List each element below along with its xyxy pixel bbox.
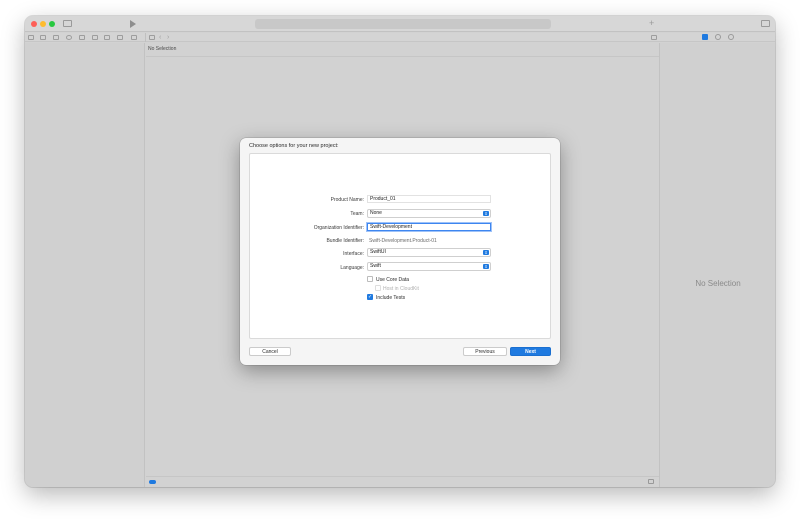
- jump-bar-label: No Selection: [148, 46, 177, 52]
- find-navigator-icon[interactable]: [66, 35, 72, 40]
- related-items-icon[interactable]: [149, 35, 155, 40]
- organization-identifier-label: Organization Identifier:: [313, 225, 364, 231]
- interface-popup[interactable]: SwiftUI ⇕: [367, 248, 491, 257]
- use-core-data-checkbox[interactable]: [367, 276, 373, 282]
- bundle-identifier-value: Swift-Development.Product-01: [369, 238, 437, 244]
- inspector-pane: No Selection: [659, 43, 775, 487]
- cancel-button[interactable]: Cancel: [249, 347, 291, 356]
- navigator-bar: ‹ ›: [25, 33, 775, 42]
- popup-arrows-icon: ⇕: [483, 264, 489, 269]
- host-in-cloudkit-label: Host in CloudKit: [383, 286, 419, 292]
- team-value: None: [370, 210, 382, 216]
- quick-help-icon[interactable]: [728, 34, 734, 40]
- breakpoint-navigator-icon[interactable]: [117, 35, 123, 40]
- symbol-navigator-icon[interactable]: [53, 35, 59, 40]
- interface-label: Interface:: [343, 251, 364, 257]
- language-label: Language:: [340, 265, 364, 271]
- back-chevron-icon[interactable]: ‹: [159, 33, 161, 42]
- organization-identifier-field[interactable]: Swift-Development: [367, 223, 491, 231]
- interface-value: SwiftUI: [370, 249, 386, 255]
- activity-view: [255, 19, 551, 29]
- use-core-data-label: Use Core Data: [376, 277, 410, 283]
- team-label: Team:: [350, 211, 364, 217]
- divider: [145, 33, 146, 42]
- language-popup[interactable]: Swift ⇕: [367, 262, 491, 271]
- console-toggle-icon[interactable]: [648, 479, 654, 484]
- test-navigator-icon[interactable]: [92, 35, 98, 40]
- host-in-cloudkit-checkbox: [375, 285, 381, 291]
- language-value: Swift: [370, 263, 381, 269]
- previous-button[interactable]: Previous: [463, 347, 507, 356]
- navigator-pane: [25, 43, 145, 487]
- editor-status-bar: [146, 476, 659, 487]
- options-panel: Product Name: Product_01 Team: None ⇕ Or…: [249, 153, 551, 339]
- project-navigator-icon[interactable]: [28, 35, 34, 40]
- report-navigator-icon[interactable]: [131, 35, 137, 40]
- filter-icon[interactable]: [149, 480, 156, 484]
- inspector-toggle-icon[interactable]: [761, 20, 770, 27]
- source-control-icon[interactable]: [40, 35, 46, 40]
- minimize-window-button[interactable]: [40, 21, 46, 27]
- include-tests-checkbox[interactable]: ✓: [367, 294, 373, 300]
- product-name-label: Product Name:: [330, 197, 364, 203]
- zoom-window-button[interactable]: [49, 21, 55, 27]
- popup-arrows-icon: ⇕: [483, 211, 489, 216]
- run-icon[interactable]: [130, 20, 136, 28]
- bundle-identifier-label: Bundle Identifier:: [326, 238, 364, 244]
- popup-arrows-icon: ⇕: [483, 250, 489, 255]
- product-name-field[interactable]: Product_01: [367, 195, 491, 203]
- new-project-sheet: Choose options for your new project: Pro…: [240, 138, 560, 365]
- team-popup[interactable]: None ⇕: [367, 209, 491, 218]
- inspector-empty-label: No Selection: [695, 279, 741, 288]
- sheet-heading: Choose options for your new project:: [249, 143, 339, 149]
- issue-navigator-icon[interactable]: [79, 35, 85, 40]
- debug-navigator-icon[interactable]: [104, 35, 110, 40]
- close-window-button[interactable]: [31, 21, 37, 27]
- jump-bar: No Selection: [146, 43, 659, 57]
- add-library-button[interactable]: +: [649, 18, 654, 28]
- history-inspector-icon[interactable]: [715, 34, 721, 40]
- editor-options-icon[interactable]: [651, 35, 657, 40]
- file-inspector-icon[interactable]: [702, 34, 708, 40]
- forward-chevron-icon[interactable]: ›: [167, 33, 169, 42]
- title-bar: +: [25, 16, 775, 32]
- sidebar-toggle-icon[interactable]: [63, 20, 72, 27]
- include-tests-label: Include Tests: [376, 295, 406, 301]
- next-button[interactable]: Next: [510, 347, 551, 356]
